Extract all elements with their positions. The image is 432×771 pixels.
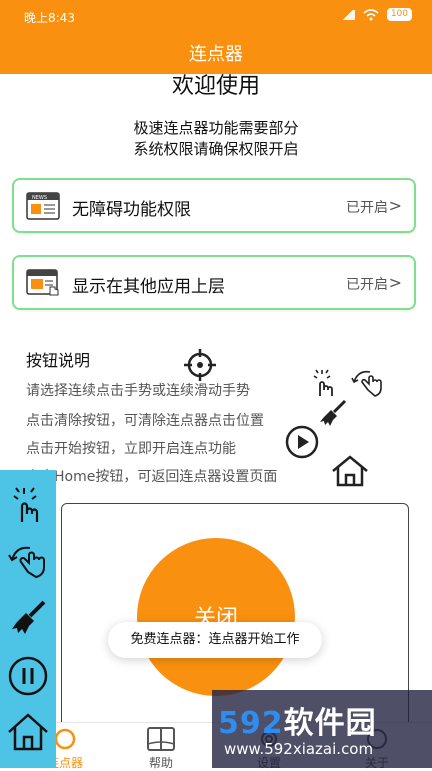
permission-card-overlay[interactable]: 显示在其他应用上层 已开启 >: [12, 255, 416, 310]
intro-text: 极速连点器功能需要部分 系统权限请确保权限开启: [0, 118, 432, 160]
watermark-url: www.592xiazai.com: [224, 740, 374, 758]
tap-gesture-icon: [308, 366, 340, 402]
watermark-text: 软件园: [283, 706, 377, 741]
swipe-gesture-icon[interactable]: [6, 538, 50, 582]
pause-icon[interactable]: [6, 654, 50, 698]
wifi-icon: [363, 8, 379, 21]
permission-status: 已开启: [346, 200, 388, 216]
chevron-right-icon: >: [388, 273, 402, 292]
guide-line: 点击清除按钮，可清除连点器点击位置: [26, 413, 264, 429]
play-icon: [284, 424, 320, 464]
watermark-number: 592: [218, 706, 284, 741]
news-icon: NEWS: [26, 192, 60, 220]
button-guide-title: 按钮说明: [26, 351, 91, 370]
broom-icon[interactable]: [6, 596, 50, 640]
svg-text:NEWS: NEWS: [32, 195, 47, 201]
tap-gesture-icon[interactable]: [6, 482, 50, 526]
permission-label: 显示在其他应用上层: [72, 277, 225, 297]
watermark-brand: 592软件园: [218, 698, 377, 742]
status-time: 晚上8:43: [24, 11, 75, 25]
broom-icon: [318, 398, 348, 432]
app-header: 晚上8:43 100 连点器: [0, 0, 432, 74]
intro-line-2: 系统权限请确保权限开启: [133, 140, 299, 158]
status-icons: 100: [340, 8, 412, 21]
swipe-gesture-icon: [350, 366, 390, 402]
permission-label: 无障碍功能权限: [72, 200, 191, 220]
crosshair-icon: [183, 348, 217, 386]
home-icon: [330, 454, 370, 492]
home-icon[interactable]: [6, 710, 50, 754]
toast-message: 免费连点器：连点器开始工作: [108, 622, 322, 658]
guide-line: 点击Home按钮，可返回连点器设置页面: [26, 469, 278, 485]
chevron-right-icon: >: [388, 196, 402, 215]
intro-line-1: 极速连点器功能需要部分: [133, 119, 299, 137]
signal-icon: [340, 9, 355, 20]
window-hand-icon: [26, 269, 60, 297]
floating-toolbar: [0, 470, 56, 768]
page-title: 连点器: [189, 44, 243, 65]
battery-indicator: 100: [386, 8, 412, 21]
permission-card-accessibility[interactable]: NEWS 无障碍功能权限 已开启 >: [12, 178, 416, 233]
tab-help[interactable]: 帮助: [116, 723, 206, 770]
guide-line: 点击开始按钮，立即开启连点功能: [26, 441, 236, 457]
tab-label: 帮助: [148, 756, 173, 770]
welcome-heading: 欢迎使用: [171, 74, 260, 99]
permission-status: 已开启: [346, 277, 388, 293]
site-watermark: 592软件园 www.592xiazai.com: [212, 690, 432, 768]
book-icon: [146, 726, 176, 755]
